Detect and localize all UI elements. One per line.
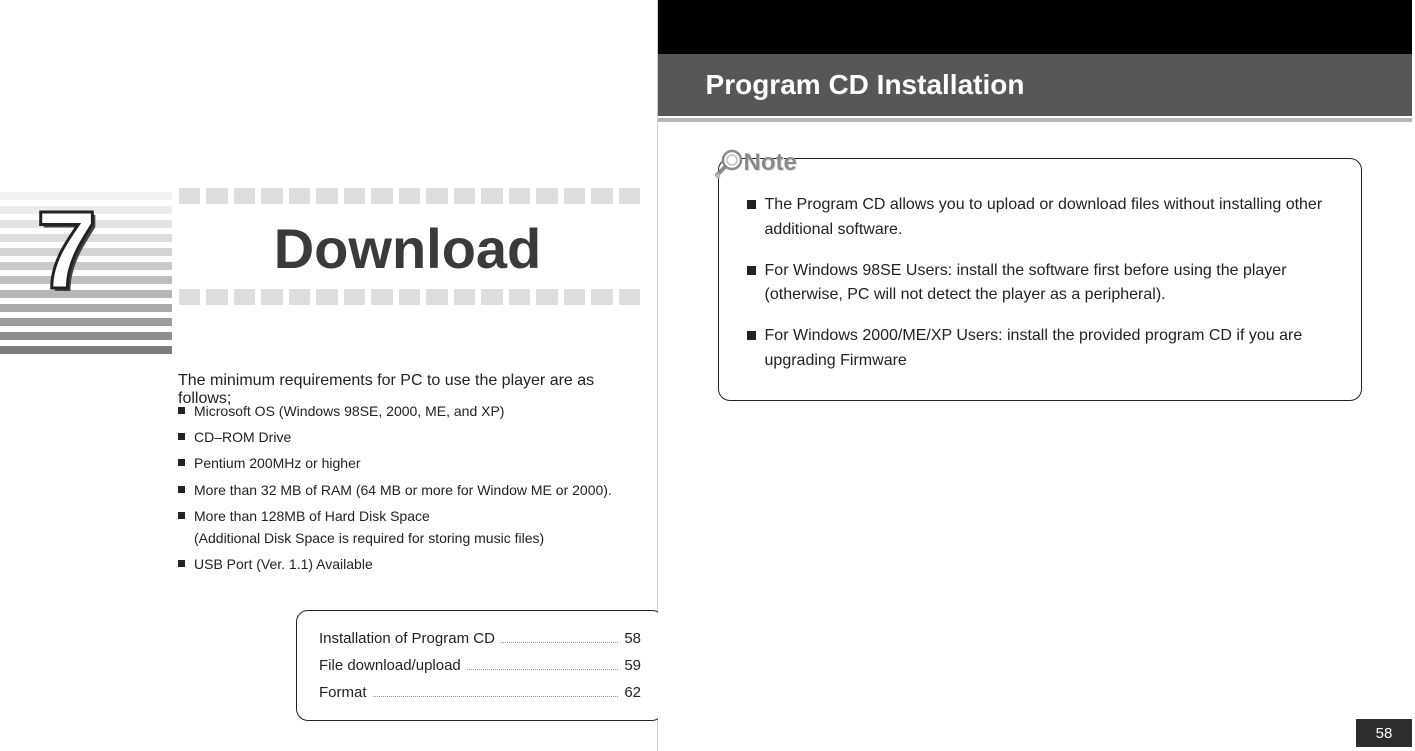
requirement-subtext: (Additional Disk Space is required for s… [194, 529, 648, 547]
deco-square [481, 289, 502, 305]
header-black-bar [658, 0, 1412, 54]
deco-square [234, 289, 255, 305]
magnifier-icon [712, 146, 746, 180]
section-toc: Installation of Program CD58File downloa… [296, 610, 664, 721]
deco-square [454, 289, 475, 305]
deco-square [564, 188, 585, 204]
deco-square [206, 289, 227, 305]
requirement-item: More than 128MB of Hard Disk Space(Addit… [178, 507, 648, 547]
toc-row: Format 62 [319, 679, 641, 706]
chapter-number: 7 [36, 196, 97, 306]
deco-square [536, 188, 557, 204]
deco-square [206, 188, 227, 204]
header-rule [658, 118, 1412, 122]
requirement-item: Pentium 200MHz or higher [178, 454, 648, 472]
page-number: 58 [1356, 719, 1412, 747]
toc-row: File download/upload 59 [319, 652, 641, 679]
stripe [0, 346, 172, 354]
deco-square [399, 188, 420, 204]
deco-square [481, 188, 502, 204]
title-deco-bottom [175, 289, 640, 305]
deco-square [344, 188, 365, 204]
toc-page: 62 [624, 679, 641, 706]
deco-square [619, 289, 640, 305]
toc-leader [467, 668, 619, 670]
deco-square [399, 289, 420, 305]
chapter-title-block: Download [175, 188, 640, 305]
toc-label: Installation of Program CD [319, 625, 495, 652]
deco-square [316, 289, 337, 305]
left-page: 7 Download The minimum requirements for … [0, 0, 657, 751]
deco-square [426, 188, 447, 204]
deco-square [564, 289, 585, 305]
deco-square [289, 289, 310, 305]
deco-square [509, 289, 530, 305]
deco-square [454, 188, 475, 204]
stripe [0, 318, 172, 326]
requirement-item: USB Port (Ver. 1.1) Available [178, 555, 648, 573]
deco-square [261, 188, 282, 204]
deco-square [619, 188, 640, 204]
toc-page: 59 [624, 652, 641, 679]
requirements-list: Microsoft OS (Windows 98SE, 2000, ME, an… [178, 402, 648, 581]
deco-square [234, 188, 255, 204]
stripe [0, 332, 172, 340]
right-page: Program CD Installation Note The Program… [658, 0, 1415, 751]
deco-square [509, 188, 530, 204]
deco-square [344, 289, 365, 305]
note-block: Note The Program CD allows you to upload… [718, 158, 1362, 401]
note-label: Note [744, 149, 797, 177]
deco-square [371, 188, 392, 204]
deco-square [261, 289, 282, 305]
deco-square [179, 289, 200, 305]
note-item: For Windows 2000/ME/XP Users: install th… [747, 324, 1333, 374]
toc-label: Format [319, 679, 367, 706]
note-list: The Program CD allows you to upload or d… [747, 193, 1333, 374]
deco-square [536, 289, 557, 305]
toc-row: Installation of Program CD 58 [319, 625, 641, 652]
note-box: The Program CD allows you to upload or d… [718, 158, 1362, 401]
deco-square [179, 188, 200, 204]
deco-square [289, 188, 310, 204]
right-header: Program CD Installation [658, 0, 1412, 120]
chapter-title: Download [175, 204, 640, 289]
deco-square [591, 289, 612, 305]
toc-page: 58 [624, 625, 641, 652]
requirement-item: Microsoft OS (Windows 98SE, 2000, ME, an… [178, 402, 648, 420]
page-title: Program CD Installation [658, 54, 1412, 116]
deco-square [591, 188, 612, 204]
note-badge: Note [712, 146, 797, 180]
document-spread: 7 Download The minimum requirements for … [0, 0, 1415, 751]
toc-label: File download/upload [319, 652, 461, 679]
deco-square [316, 188, 337, 204]
deco-square [371, 289, 392, 305]
title-deco-top [175, 188, 640, 204]
toc-leader [501, 641, 618, 643]
requirement-item: More than 32 MB of RAM (64 MB or more fo… [178, 481, 648, 499]
toc-leader [373, 695, 619, 697]
note-item: For Windows 98SE Users: install the soft… [747, 259, 1333, 309]
deco-square [426, 289, 447, 305]
note-item: The Program CD allows you to upload or d… [747, 193, 1333, 243]
requirement-item: CD–ROM Drive [178, 428, 648, 446]
